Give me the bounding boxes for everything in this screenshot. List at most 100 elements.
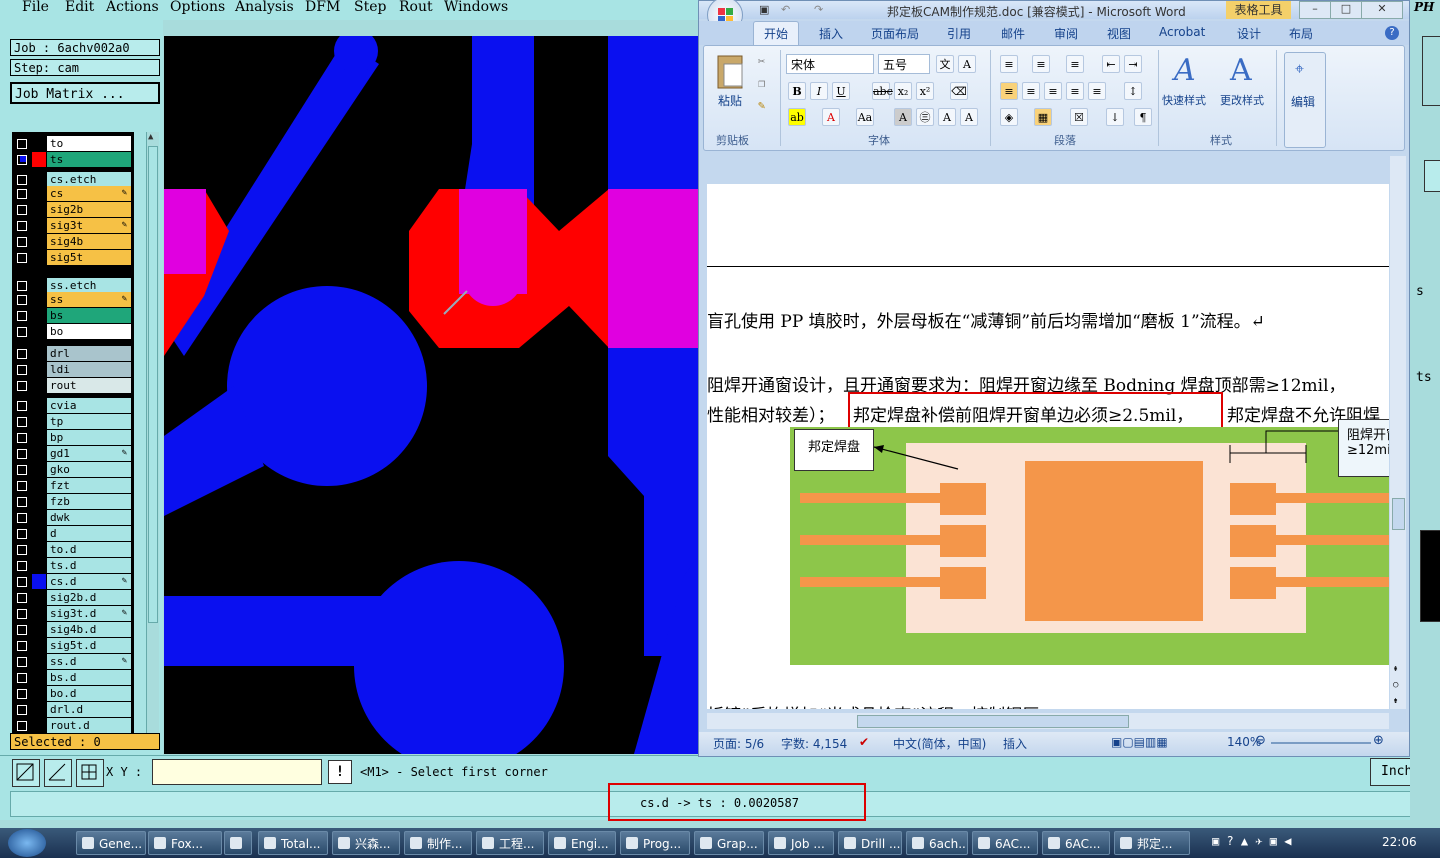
layer-checkbox[interactable]: [17, 417, 27, 427]
layer-name[interactable]: gd1 ✎: [47, 446, 131, 461]
layer-row-cs-etch[interactable]: cs.etch: [12, 172, 134, 187]
layer-name[interactable]: rout.d: [47, 718, 131, 733]
layer-row-ss-etch[interactable]: ss.etch: [12, 278, 134, 293]
layer-name[interactable]: sig4b.d: [47, 622, 131, 637]
quick-styles-icon[interactable]: A: [1174, 54, 1210, 88]
tab-layout[interactable]: 页面布局: [871, 25, 919, 42]
xy-input[interactable]: [152, 759, 322, 785]
layer-row-ts[interactable]: ts: [12, 152, 134, 167]
layer-checkbox[interactable]: [17, 449, 27, 459]
font-size-select[interactable]: 五号: [878, 54, 930, 74]
word-count[interactable]: 字数: 4,154: [781, 735, 847, 752]
layer-checkbox[interactable]: [17, 481, 27, 491]
layer-row-sig4b[interactable]: sig4b: [12, 234, 134, 249]
layer-checkbox[interactable]: [17, 237, 27, 247]
layer-name[interactable]: ss.etch: [47, 278, 131, 293]
layer-checkbox[interactable]: [17, 545, 27, 555]
prev-page-icon[interactable]: ⇞: [1393, 664, 1398, 674]
decrease-indent-icon[interactable]: ⇤: [1102, 55, 1120, 73]
layer-row-gd1[interactable]: gd1 ✎: [12, 446, 134, 461]
layer-name[interactable]: ss ✎: [47, 292, 131, 307]
document-vertical-scrollbar[interactable]: ⇞ ○ ⇟: [1390, 156, 1406, 709]
menu-edit[interactable]: Edit: [65, 0, 94, 15]
layer-name[interactable]: fzt: [47, 478, 131, 493]
layer-name[interactable]: cs ✎: [47, 186, 131, 201]
layer-row-drl-d[interactable]: drl.d: [12, 702, 134, 717]
zoom-in-icon[interactable]: ⊕: [1373, 733, 1384, 748]
tab-acrobat[interactable]: Acrobat: [1159, 25, 1205, 39]
taskbar-item[interactable]: Gene...: [76, 831, 146, 855]
layer-checkbox[interactable]: [17, 657, 27, 667]
layer-row-bs[interactable]: bs: [12, 308, 134, 323]
tray-icons[interactable]: ▣ ? ▲ ✈ ▣ ◀: [1212, 834, 1291, 848]
borders-icon[interactable]: ▦: [1034, 108, 1052, 126]
highlight-icon[interactable]: ab: [788, 108, 806, 126]
next-page-icon[interactable]: ⇟: [1393, 696, 1398, 706]
layer-checkbox[interactable]: [17, 721, 27, 731]
scroll-thumb[interactable]: [148, 146, 158, 623]
clear-format-icon[interactable]: ⌫: [950, 82, 968, 100]
layer-name[interactable]: bo: [47, 324, 131, 339]
align-left-icon[interactable]: ≡: [1000, 82, 1018, 100]
layer-checkbox[interactable]: [17, 705, 27, 715]
justify-icon[interactable]: ≡: [1066, 82, 1084, 100]
graphics-canvas[interactable]: [164, 36, 698, 754]
paste-icon[interactable]: [712, 52, 748, 92]
layer-row-sig5t[interactable]: sig5t: [12, 250, 134, 265]
layer-name[interactable]: gko: [47, 462, 131, 477]
subscript-icon[interactable]: x₂: [894, 82, 912, 100]
change-styles-label[interactable]: 更改样式: [1220, 92, 1264, 108]
tab-design[interactable]: 设计: [1237, 25, 1261, 42]
layer-checkbox[interactable]: [17, 401, 27, 411]
grow-font-icon[interactable]: A: [938, 108, 956, 126]
layer-checkbox[interactable]: [17, 365, 27, 375]
layer-checkbox[interactable]: [17, 381, 27, 391]
layer-row-cvia[interactable]: cvia: [12, 398, 134, 413]
strikethrough-icon[interactable]: abc: [872, 82, 893, 100]
layer-checkbox[interactable]: [17, 221, 27, 231]
layer-checkbox[interactable]: [17, 327, 27, 337]
save-icon[interactable]: ▣: [759, 3, 769, 16]
layer-checkbox[interactable]: [17, 465, 27, 475]
layer-checkbox[interactable]: [17, 625, 27, 635]
layer-checkbox[interactable]: [17, 513, 27, 523]
layer-checkbox[interactable]: [17, 529, 27, 539]
document-page[interactable]: 盲孔使用 PP 填胶时，外层母板在“减薄铜”前后均需增加“磨板 1”流程。↵ 阻…: [707, 156, 1389, 709]
proofing-icon[interactable]: ✔: [859, 735, 869, 749]
menu-step[interactable]: Step: [354, 0, 386, 15]
layer-name[interactable]: bs.d: [47, 670, 131, 685]
layer-list-scrollbar[interactable]: ▲ ▼: [146, 132, 159, 748]
taskbar-item[interactable]: 兴森...: [332, 831, 400, 855]
menu-analysis[interactable]: Analysis: [235, 0, 294, 15]
scroll-up-icon[interactable]: ▲: [148, 132, 157, 142]
layer-row-fzb[interactable]: fzb: [12, 494, 134, 509]
layer-row-dwk[interactable]: dwk: [12, 510, 134, 525]
layer-name[interactable]: rout: [47, 378, 131, 393]
layer-name[interactable]: sig5t.d: [47, 638, 131, 653]
zoom-tool-icon[interactable]: [12, 759, 40, 787]
minimize-icon[interactable]: –: [1299, 1, 1331, 19]
view-buttons-icon[interactable]: ▣▢▤▥▦: [1111, 735, 1168, 749]
maximize-icon[interactable]: □: [1330, 1, 1362, 19]
layer-checkbox[interactable]: [17, 609, 27, 619]
layer-row-to-d[interactable]: to.d: [12, 542, 134, 557]
format-painter-icon[interactable]: ✎: [758, 98, 765, 112]
layer-name[interactable]: ts.d: [47, 558, 131, 573]
enclose-char-icon[interactable]: ㊂: [916, 108, 934, 126]
layer-name[interactable]: d: [47, 526, 131, 541]
layer-row-tp[interactable]: tp: [12, 414, 134, 429]
layer-row-bo-d[interactable]: bo.d: [12, 686, 134, 701]
layer-name[interactable]: drl: [47, 346, 131, 361]
layer-name[interactable]: sig2b.d: [47, 590, 131, 605]
align-center-icon[interactable]: ≡: [1022, 82, 1040, 100]
menu-rout[interactable]: Rout: [399, 0, 433, 15]
layer-name[interactable]: cs.d ✎: [47, 574, 131, 589]
redo-icon[interactable]: ↷: [814, 3, 823, 16]
taskbar-item[interactable]: 邦定...: [1114, 831, 1190, 855]
copy-icon[interactable]: ❐: [758, 76, 765, 90]
layer-name[interactable]: drl.d: [47, 702, 131, 717]
tab-review[interactable]: 审阅: [1054, 25, 1078, 42]
distribute-icon[interactable]: ≡: [1088, 82, 1106, 100]
layer-checkbox[interactable]: [17, 175, 27, 185]
layer-row-ss-d[interactable]: ss.d ✎: [12, 654, 134, 669]
